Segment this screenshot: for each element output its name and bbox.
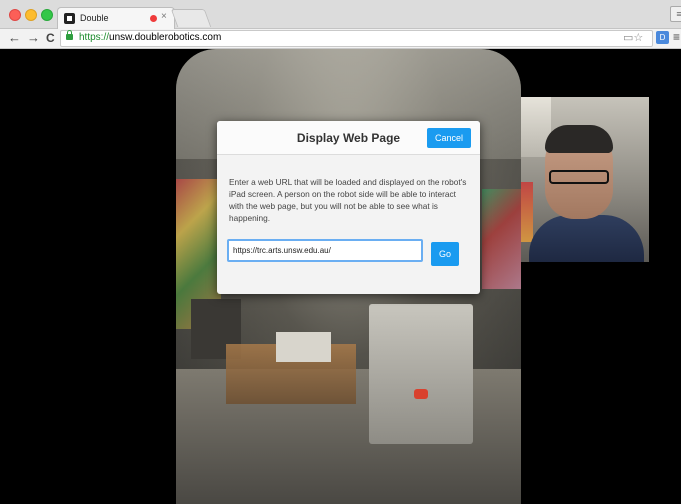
- url-host: unsw.doublerobotics.com: [109, 32, 222, 43]
- person-hair: [545, 125, 613, 153]
- address-url[interactable]: https://unsw.doublerobotics.com: [79, 32, 221, 43]
- profile-icon[interactable]: ≡: [670, 6, 681, 22]
- go-button[interactable]: Go: [431, 242, 459, 266]
- copier-logo: [414, 389, 428, 399]
- copier: [369, 304, 473, 444]
- person-shirt: [529, 215, 644, 262]
- glasses: [549, 170, 609, 184]
- wall-poster: [482, 189, 521, 289]
- url-input[interactable]: https://trc.arts.unsw.edu.au/: [227, 239, 423, 262]
- dialog-header: Display Web Page Cancel: [217, 121, 480, 155]
- url-scheme: https://: [79, 32, 110, 43]
- reload-icon[interactable]: C: [46, 30, 55, 46]
- address-bar[interactable]: https://unsw.doublerobotics.com ▭☆: [60, 30, 653, 47]
- forward-icon[interactable]: →: [27, 30, 40, 46]
- new-tab-button[interactable]: [170, 9, 212, 27]
- self-camera-view: [521, 97, 649, 262]
- browser-toolbar: ← → C https://unsw.doublerobotics.com ▭☆: [0, 29, 681, 49]
- extension-icon[interactable]: D: [656, 31, 669, 44]
- browser-menu-icon[interactable]: ≡: [673, 30, 680, 44]
- tab-close-icon[interactable]: ×: [161, 11, 167, 22]
- double-favicon-icon: [64, 13, 75, 24]
- tab-title: Double: [80, 13, 109, 23]
- dialog-description: Enter a web URL that will be loaded and …: [229, 177, 467, 223]
- cancel-button[interactable]: Cancel: [427, 128, 471, 148]
- wall-poster: [521, 182, 533, 242]
- close-window-button[interactable]: [9, 9, 21, 21]
- recording-indicator-icon: [150, 15, 157, 22]
- minimize-window-button[interactable]: [25, 9, 37, 21]
- paper-stack: [276, 332, 331, 362]
- browser-tab[interactable]: Double ×: [57, 7, 175, 29]
- display-web-page-dialog: Display Web Page Cancel Enter a web URL …: [217, 121, 480, 294]
- back-icon[interactable]: ←: [8, 30, 21, 46]
- maximize-window-button[interactable]: [41, 9, 53, 21]
- tab-bar: Double × ≡: [0, 0, 681, 29]
- lock-icon: [66, 30, 73, 40]
- bookmark-star-icon[interactable]: ▭☆: [623, 31, 643, 44]
